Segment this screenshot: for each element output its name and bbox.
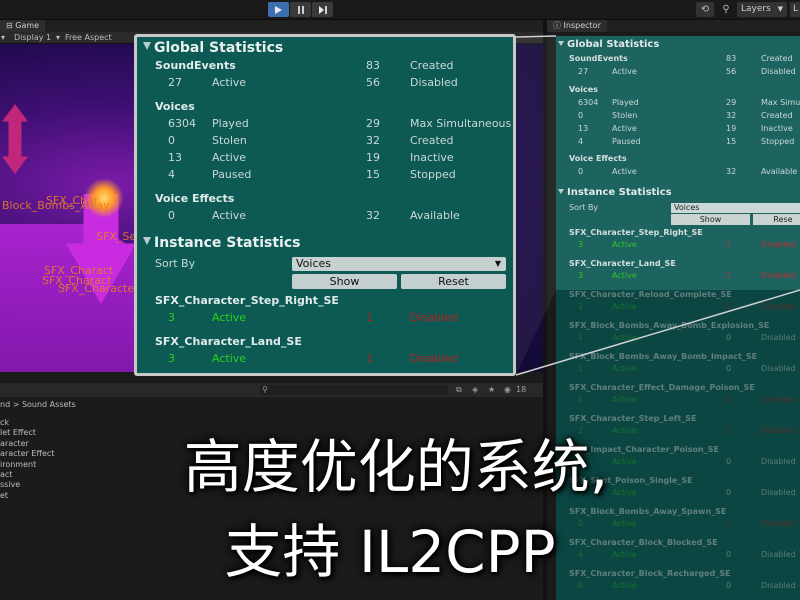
instance-statistics-foldout[interactable]: Instance Statistics <box>143 235 300 251</box>
sort-by-label: Sort By <box>155 257 196 270</box>
stat-label: Created <box>410 134 454 147</box>
stat-label: Disabled <box>410 76 458 89</box>
stat-label: Stopped <box>410 168 456 181</box>
stat-value: 13 <box>168 151 182 164</box>
instance-count: 3 <box>168 352 175 365</box>
instance-count: 3 <box>168 311 175 324</box>
show-button[interactable]: Show <box>292 274 397 289</box>
voices-label: Voices <box>155 100 195 113</box>
instance-disabled-label: Disabled <box>410 352 458 365</box>
stat-value: 56 <box>366 76 380 89</box>
sound-events-label: SoundEvents <box>155 59 236 72</box>
stat-label: Stolen <box>212 134 247 147</box>
instance-name: SFX_Character_Step_Right_SE <box>155 294 339 307</box>
sort-by-value: Voices <box>296 257 332 270</box>
stat-value: 4 <box>168 168 175 181</box>
stat-label: Inactive <box>410 151 454 164</box>
editor-screenshot: ⟲ ⚲ Layers ▼ L ⊟ Game ▾ Display 1 ▾ Free … <box>0 0 800 600</box>
section-title: Global Statistics <box>154 40 284 56</box>
stat-value: 27 <box>168 76 182 89</box>
stat-label: Played <box>212 117 249 130</box>
caption-line-1: 高度优化的系统, <box>183 433 609 501</box>
stat-label: Max Simultaneous <box>410 117 512 130</box>
stat-value: 19 <box>366 151 380 164</box>
stat-value: 32 <box>366 209 380 222</box>
stat-value: 29 <box>366 117 380 130</box>
chevron-down-icon: ▼ <box>494 259 501 268</box>
stat-value: 0 <box>168 134 175 147</box>
instance-disabled-label: Disabled <box>410 311 458 324</box>
stat-label: Active <box>212 76 247 89</box>
stat-label: Paused <box>212 168 252 181</box>
stat-label: Active <box>212 151 247 164</box>
stat-value: 0 <box>168 209 175 222</box>
voice-effects-label: Voice Effects <box>155 192 235 205</box>
reset-button[interactable]: Reset <box>401 274 506 289</box>
foldout-arrow-icon <box>143 42 151 50</box>
instance-status: Active <box>212 352 247 365</box>
instance-status: Active <box>212 311 247 324</box>
stat-label: Available <box>410 209 460 222</box>
instance-name: SFX_Character_Land_SE <box>155 335 302 348</box>
stat-value: 83 <box>366 59 380 72</box>
caption-line-2: 支持 IL2CPP <box>224 518 556 586</box>
foldout-arrow-icon <box>143 237 151 245</box>
stat-value: 6304 <box>168 117 196 130</box>
instance-disabled-count: 1 <box>366 311 373 324</box>
sort-by-dropdown[interactable]: Voices ▼ <box>292 257 506 271</box>
stat-label: Created <box>410 59 454 72</box>
instance-disabled-count: 1 <box>366 352 373 365</box>
stat-value: 32 <box>366 134 380 147</box>
stat-label: Active <box>212 209 247 222</box>
stat-value: 15 <box>366 168 380 181</box>
section-title: Instance Statistics <box>154 235 301 251</box>
global-statistics-foldout[interactable]: Global Statistics <box>143 40 283 56</box>
zoomed-inspector-callout: Global Statistics SoundEvents 83 Created… <box>134 34 516 376</box>
